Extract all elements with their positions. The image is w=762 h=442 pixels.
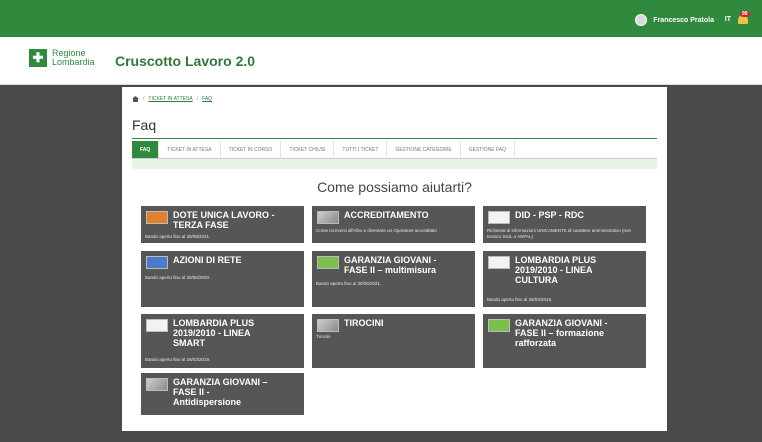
faq-card-garanzia-formazione[interactable]: GARANZIA GIOVANI - FASE II – formazione … (483, 314, 646, 368)
did-icon (488, 211, 510, 224)
faq-card-lombardia-plus-smart[interactable]: LOMBARDIA PLUS 2019/2010 - LINEA SMART B… (141, 314, 304, 368)
garanzia-formazione-icon (488, 319, 510, 332)
breadcrumb-ticket-in-attesa[interactable]: TICKET IN ATTESA (148, 96, 192, 102)
notification-badge: 99 (740, 11, 750, 17)
page-title: Faq (132, 117, 157, 133)
dote-icon (146, 211, 168, 224)
hero-heading: Come possiamo aiutarti? (317, 179, 472, 195)
tab-faq[interactable]: FAQ (132, 141, 160, 158)
tab-ticket-in-corso[interactable]: TICKET IN CORSO (221, 141, 282, 158)
tab-ticket-chiusi[interactable]: TICKET CHIUSI (281, 141, 335, 158)
faq-card-azioni-di-rete[interactable]: AZIONI DI RETE Bando aperto fino al 30/0… (141, 251, 304, 307)
title-divider (132, 138, 657, 139)
user-menu[interactable]: Francesco Pratola (635, 14, 714, 26)
accreditamento-icon (317, 211, 339, 224)
garanzia-icon (317, 256, 339, 269)
top-bar: Francesco Pratola IT 99 (0, 0, 762, 37)
lombardia-smart-icon (146, 319, 168, 332)
faq-card-garanzia-multimisura[interactable]: GARANZIA GIOVANI - FASE II – multimisura… (312, 251, 475, 307)
faq-card-did-psp-rdc[interactable]: DID - PSP - RDC Richiesta di informazion… (483, 206, 646, 243)
faq-card-tirocini[interactable]: TIROCINI Tirocini (312, 314, 475, 368)
faq-card-antidispersione[interactable]: GARANZIA GIOVANI – FASE II - Antidispers… (141, 373, 304, 415)
app-title[interactable]: Cruscotto Lavoro 2.0 (115, 53, 255, 69)
faq-card-lombardia-plus-cultura[interactable]: LOMBARDIA PLUS 2019/2010 - LINEA CULTURA… (483, 251, 646, 307)
breadcrumb-faq[interactable]: FAQ (202, 96, 212, 102)
faq-card-accreditamento[interactable]: ACCREDITAMENTO Come iscriversi all'Albo … (312, 206, 475, 243)
antidispersione-icon (146, 378, 168, 391)
user-name: Francesco Pratola (653, 16, 714, 24)
language-selector[interactable]: IT (725, 16, 731, 23)
faq-card-dote-unica[interactable]: DOTE UNICA LAVORO - TERZA FASE Bando ape… (141, 206, 304, 243)
tab-gestione-categorie[interactable]: GESTIONE CATEGORIE (387, 141, 461, 158)
azioni-icon (146, 256, 168, 269)
app-header: ✚ Regione Lombardia Cruscotto Lavoro 2.0 (0, 37, 762, 85)
avatar (635, 14, 648, 26)
tab-strip-band (132, 159, 657, 169)
notifications-button[interactable]: 99 (736, 11, 750, 25)
breadcrumb: / TICKET IN ATTESA / FAQ (132, 96, 212, 102)
tab-gestione-faq[interactable]: GESTIONE FAQ (461, 141, 515, 158)
lombardia-plus-icon (488, 256, 510, 269)
regione-lombardia-logo-icon[interactable]: ✚ (29, 49, 47, 67)
tab-tutti-i-ticket[interactable]: TUTTI I TICKET (334, 141, 388, 158)
main-panel: / TICKET IN ATTESA / FAQ Faq FAQ TICKET … (122, 87, 667, 431)
regione-lombardia-logo-text: Regione Lombardia (52, 48, 95, 67)
tirocini-icon (317, 319, 339, 332)
tab-bar: FAQ TICKET IN ATTESA TICKET IN CORSO TIC… (132, 141, 657, 159)
tab-ticket-in-attesa[interactable]: TICKET IN ATTESA (159, 141, 221, 158)
home-icon[interactable] (132, 96, 139, 102)
